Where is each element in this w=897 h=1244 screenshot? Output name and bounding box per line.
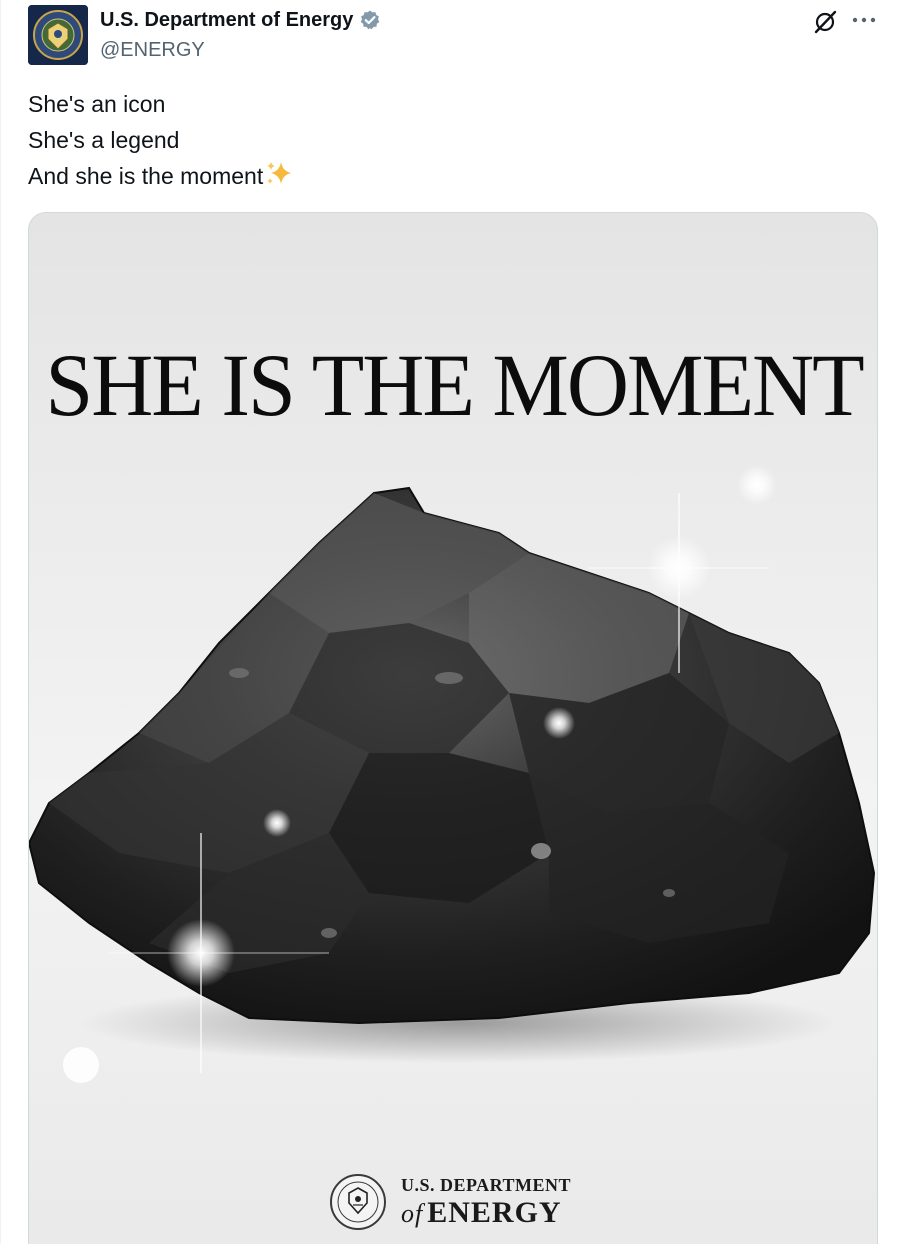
account-avatar[interactable] bbox=[28, 5, 88, 65]
more-options-button[interactable] bbox=[847, 6, 881, 34]
account-handle[interactable]: @ENERGY bbox=[100, 37, 205, 63]
doe-seal-icon bbox=[330, 1174, 386, 1230]
doe-wordmark-of: of bbox=[401, 1199, 424, 1228]
doe-wordmark: U.S. DEPARTMENT of ENERGY bbox=[401, 1176, 571, 1228]
doe-logo: U.S. DEPARTMENT of ENERGY bbox=[329, 1173, 571, 1231]
tweet-card: U.S. Department of Energy @ENERGY She's … bbox=[0, 0, 897, 1244]
sparkles-emoji-icon bbox=[267, 162, 292, 184]
tweet-line-text: And she is the moment bbox=[28, 163, 264, 189]
display-name[interactable]: U.S. Department of Energy bbox=[100, 7, 381, 33]
display-name-text: U.S. Department of Energy bbox=[100, 9, 354, 31]
coal-rock-image bbox=[29, 486, 876, 1073]
sparkle-glint-icon bbox=[737, 465, 777, 505]
doe-wordmark-line1: U.S. DEPARTMENT bbox=[401, 1175, 572, 1195]
verified-badge-icon bbox=[361, 10, 380, 30]
sparkle-glint-icon bbox=[63, 1047, 99, 1083]
tweet-line: She's a legend bbox=[28, 127, 180, 153]
grok-icon bbox=[814, 10, 837, 34]
media-headline: SHE IS THE MOMENT bbox=[45, 335, 864, 435]
tweet-line: And she is the moment bbox=[28, 158, 295, 194]
more-icon bbox=[852, 17, 876, 23]
doe-wordmark-energy: ENERGY bbox=[427, 1196, 562, 1229]
doe-seal-avatar-icon bbox=[28, 5, 88, 65]
tweet-media-image[interactable]: SHE IS THE MOMENT U.S. DEPARTMENT of ENE… bbox=[28, 212, 878, 1244]
doe-wordmark-line2: of ENERGY bbox=[401, 1198, 571, 1228]
tweet-line: She's an icon bbox=[28, 91, 166, 117]
tweet-text: She's an icon She's a legend And she is … bbox=[28, 86, 295, 194]
grok-button[interactable] bbox=[809, 6, 841, 38]
